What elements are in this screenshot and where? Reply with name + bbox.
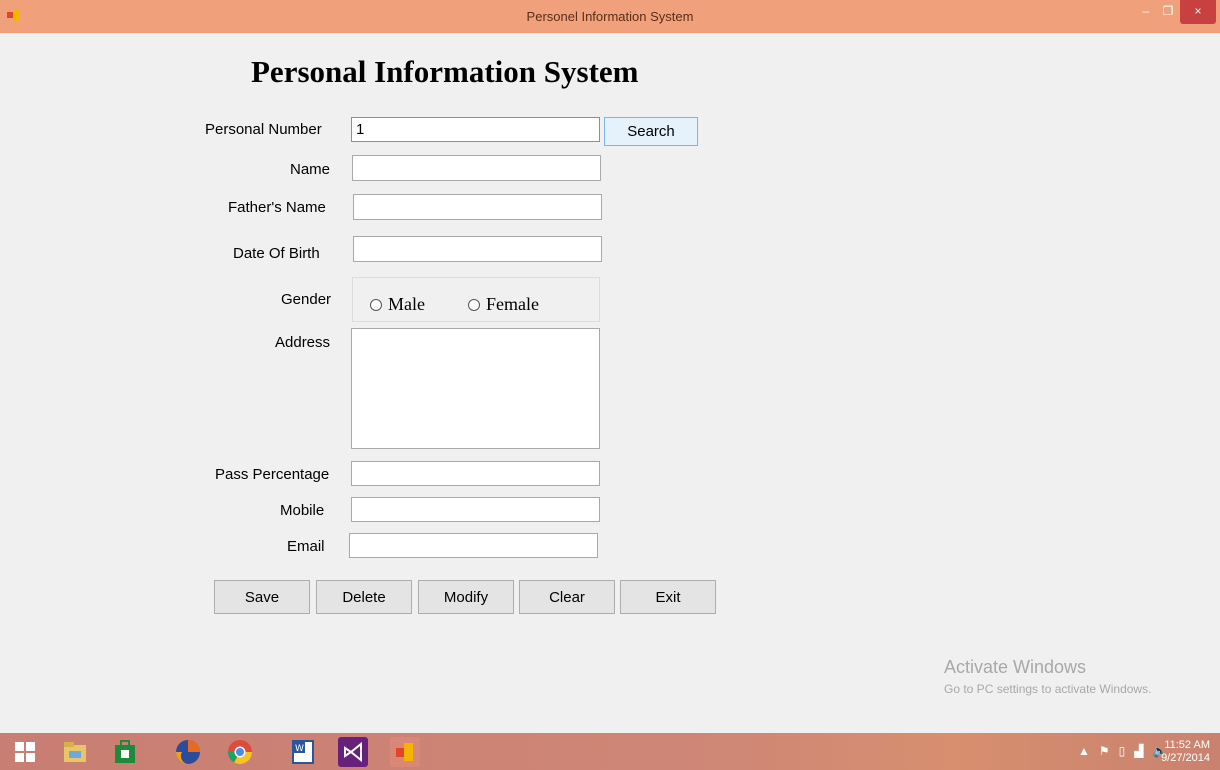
exit-button[interactable]: Exit [620,580,716,614]
visual-studio-icon[interactable] [338,737,368,767]
minimize-button[interactable]: – [1135,0,1157,24]
maximize-button[interactable]: ❐ [1157,0,1179,24]
gender-female-label: Female [486,294,539,314]
file-explorer-icon[interactable] [60,737,90,767]
store-icon[interactable] [110,737,140,767]
word-icon[interactable]: W [288,737,318,767]
chrome-icon[interactable] [225,737,255,767]
taskbar: W ▲ ⚑ ▯ ▟ 🔈 11:52 AM 9/27/2014 [0,733,1220,770]
radio-circle-icon [468,298,480,311]
activate-windows-watermark: Activate Windows Go to PC settings to ac… [944,657,1151,696]
gender-male-radio[interactable]: Male [370,294,425,315]
modify-button[interactable]: Modify [418,580,514,614]
app-window-icon[interactable] [390,737,420,767]
watermark-subtitle: Go to PC settings to activate Windows. [944,682,1152,696]
gender-male-label: Male [388,294,425,314]
email-input[interactable] [349,533,598,558]
address-label: Address [275,334,331,351]
close-button[interactable]: × [1180,0,1216,24]
chevron-up-icon[interactable]: ▲ [1078,744,1090,758]
clock-date: 9/27/2014 [1161,752,1210,764]
firefox-icon[interactable] [173,737,203,767]
pass-percentage-label: Pass Percentage [215,466,330,483]
mobile-input[interactable] [351,497,600,522]
name-label: Name [290,161,331,178]
system-tray: ▲ ⚑ ▯ ▟ 🔈 [1078,744,1167,758]
search-button[interactable]: Search [604,117,698,146]
window-title: Personel Information System [526,9,694,24]
clock[interactable]: 11:52 AM 9/27/2014 [1161,739,1210,765]
network-icon[interactable]: ▟ [1134,744,1143,758]
page-title: Personal Information System [251,54,639,89]
start-icon[interactable] [10,737,40,767]
personal-number-label: Personal Number [205,121,322,138]
mobile-label: Mobile [280,502,325,519]
watermark-title: Activate Windows [944,657,1087,677]
dob-input[interactable] [353,236,602,262]
gender-label: Gender [281,291,332,308]
flag-icon[interactable]: ⚑ [1099,744,1110,758]
clock-time: 11:52 AM [1164,739,1210,751]
name-input[interactable] [352,155,601,181]
gender-female-radio[interactable]: Female [468,294,539,315]
save-button[interactable]: Save [214,580,310,614]
personal-number-input[interactable] [351,117,600,142]
title-bar: Personel Information System – ❐ × [0,0,1220,33]
fathers-name-input[interactable] [353,194,602,220]
fathers-name-label: Father's Name [228,199,326,216]
email-label: Email [287,538,325,555]
clear-button[interactable]: Clear [519,580,615,614]
dob-label: Date Of Birth [233,245,320,262]
radio-circle-icon [370,298,382,311]
delete-button[interactable]: Delete [316,580,412,614]
address-textarea[interactable] [351,328,600,449]
battery-icon[interactable]: ▯ [1119,744,1126,758]
svg-text:W: W [295,744,304,754]
pass-percentage-input[interactable] [351,461,600,486]
